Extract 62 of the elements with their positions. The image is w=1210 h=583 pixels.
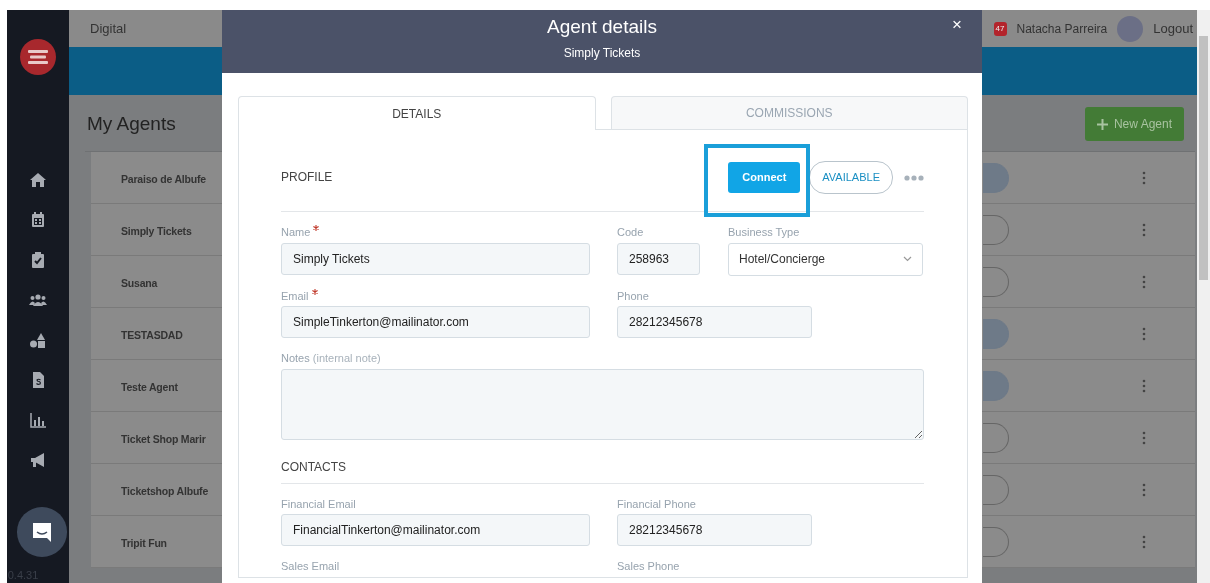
section-heading: PROFILE [281,170,334,185]
kebab-menu-icon[interactable] [1142,222,1146,237]
text-field[interactable]: 28212345678 [617,306,812,338]
notification-badge: 47 [993,21,1007,36]
field-label: Sales Phone [617,559,680,574]
agent-name: Tripit Fun [121,535,167,551]
kebab-menu-icon[interactable] [1142,170,1146,185]
field-label: Notes (internal note) [281,351,382,366]
toggle-switch[interactable] [983,162,1009,193]
plus-icon [1096,118,1108,130]
clipboard-check-icon[interactable] [29,250,47,269]
field-label: Business Type [728,225,800,240]
kebab-menu-icon[interactable] [1142,274,1146,289]
scrollbar[interactable] [1197,10,1210,583]
chat-button[interactable] [17,506,67,557]
text-field[interactable]: SimpleTinkerton@mailinator.com [281,306,590,338]
section-heading: CONTACTS [281,459,348,475]
tab[interactable]: DETAILS [238,96,596,130]
avatar [1117,15,1144,42]
field-label: Name [281,225,311,240]
modal-title: Agent details [547,16,657,39]
home-icon[interactable] [29,170,47,189]
text-field[interactable]: FinancialTinkerton@mailinator.com [281,514,590,546]
toggle-switch[interactable] [983,318,1009,349]
field-label: Sales Email [281,559,340,574]
page-title: My Agents [87,112,176,136]
calendar-icon[interactable] [29,210,47,229]
more-options-icon[interactable] [904,174,924,181]
toggle-switch[interactable] [983,370,1009,401]
field-label: Phone [617,288,649,304]
field-label: Financial Email [281,496,356,512]
field-label: Financial Phone [617,496,696,512]
modal-subtitle: Simply Tickets [563,45,641,62]
select-field[interactable]: Hotel/Concierge [728,242,923,276]
agent-name: Ticket Shop Marir [121,431,206,447]
agent-name: Paraiso de Albufe [121,171,206,187]
agent-name: Simply Tickets [121,223,192,239]
kebab-menu-icon[interactable] [1142,482,1146,497]
notes-field[interactable] [281,368,924,440]
text-field[interactable]: Simply Tickets [281,242,590,275]
chat-bubble-icon [31,520,53,543]
kebab-menu-icon[interactable] [1142,534,1146,549]
status-pill[interactable]: AVAILABLE [809,161,893,194]
close-button[interactable]: × [948,12,966,38]
agent-name: Teste Agent [121,379,178,395]
user-name: Natacha Parreira [1016,20,1108,38]
kebab-menu-icon[interactable] [1142,430,1146,445]
field-label: Code [617,225,644,240]
agent-name: TESTASDAD [121,327,183,343]
field-label: Email [281,288,309,304]
brand-name: Digital [90,19,127,38]
kebab-menu-icon[interactable] [1142,378,1146,393]
text-field[interactable]: 258963 [617,242,700,275]
agent-name: Ticketshop Albufe [121,483,209,499]
text-field[interactable]: 28212345678 [617,514,812,546]
agent-name: Susana [121,275,158,291]
logout-link[interactable]: Logout [1153,18,1193,39]
bar-chart-icon[interactable] [29,410,47,429]
megaphone-icon[interactable] [29,450,47,469]
chevron-down-icon [903,256,912,262]
menu-logo-icon[interactable] [20,39,56,75]
kebab-menu-icon[interactable] [1142,326,1146,341]
